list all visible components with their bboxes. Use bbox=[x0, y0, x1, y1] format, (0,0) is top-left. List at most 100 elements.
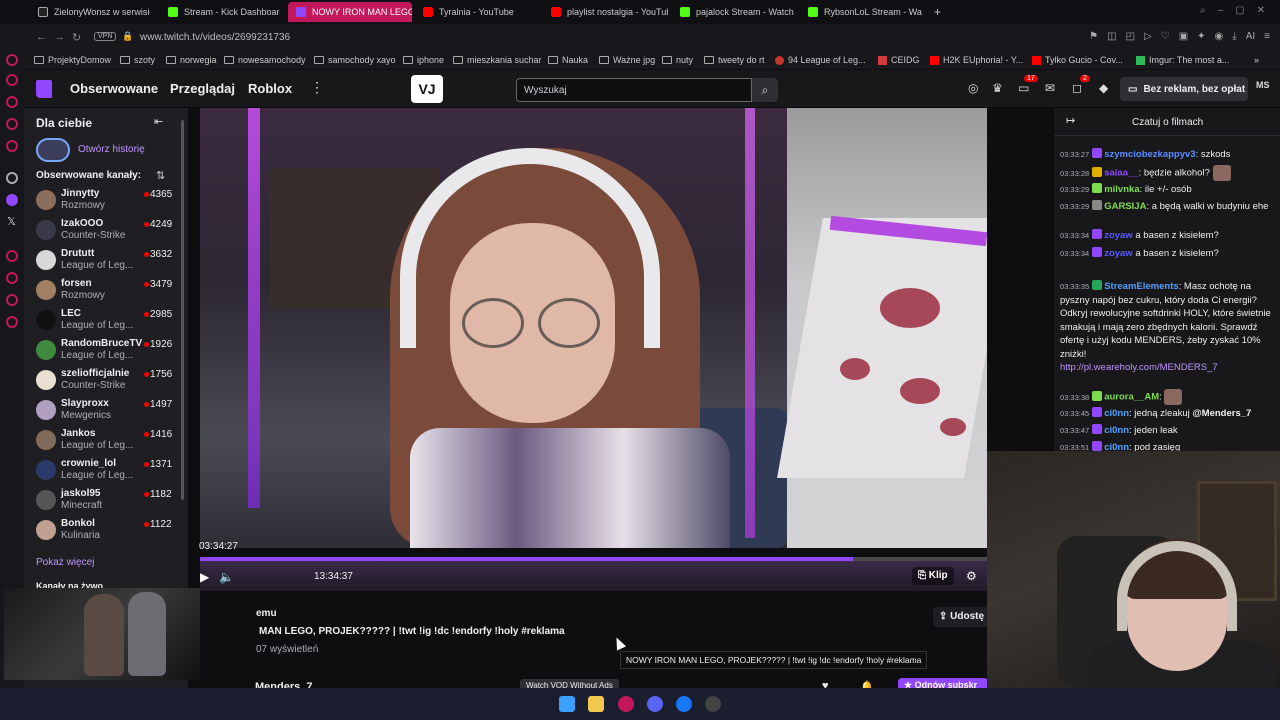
history-icon[interactable] bbox=[6, 250, 18, 262]
play-icon[interactable]: ▷ bbox=[1144, 31, 1152, 42]
sidebar-channel-item[interactable]: szeliofficjalnie Counter-Strike 1756 bbox=[36, 365, 186, 395]
vpn-badge[interactable]: VPN bbox=[94, 32, 117, 41]
show-more-link[interactable]: Pokaż więcej bbox=[36, 557, 94, 568]
twitch-icon[interactable] bbox=[6, 194, 18, 206]
ai-icon[interactable]: AI bbox=[1246, 31, 1255, 42]
chat-username[interactable]: ci0nn bbox=[1104, 408, 1129, 419]
heart-icon[interactable]: ♡ bbox=[1161, 31, 1170, 42]
browser-tab[interactable]: Stream - Kick Dashboard bbox=[160, 2, 280, 22]
browser-tab[interactable]: pajalock Stream - Watch Live bbox=[672, 2, 794, 22]
chat-username[interactable]: StreamElements bbox=[1104, 281, 1178, 292]
chat-username[interactable]: ci0nn bbox=[1104, 425, 1129, 436]
bookmark-item[interactable]: nowesamochody bbox=[224, 55, 306, 65]
menu-icon[interactable]: ≡ bbox=[1264, 31, 1270, 42]
drops-icon[interactable]: ◎ bbox=[968, 81, 978, 95]
back-icon[interactable]: ← bbox=[36, 31, 47, 43]
chat-username[interactable]: ci0nn bbox=[1104, 442, 1129, 451]
sidebar-channel-item[interactable]: jaskol95 Minecraft 1182 bbox=[36, 485, 186, 515]
reload-icon[interactable]: ↻ bbox=[72, 31, 81, 44]
more-options-icon[interactable]: ⋮ bbox=[310, 79, 324, 96]
chat-message[interactable]: 03:33:27 szymciobezkappyv3: szkods bbox=[1060, 148, 1274, 162]
chat-message[interactable]: 03:33:47 ci0nn: jeden leak bbox=[1060, 424, 1274, 438]
chat-message[interactable]: 03:33:51 ci0nn: pod zasięg bbox=[1060, 441, 1274, 451]
maximize-icon[interactable]: ▢ bbox=[1235, 5, 1244, 16]
screenshot-icon[interactable]: ◫ bbox=[1107, 31, 1116, 42]
sidebar-channel-item[interactable]: Jankos League of Leg... 1416 bbox=[36, 425, 186, 455]
facebook-icon[interactable] bbox=[676, 696, 692, 712]
windows-start-icon[interactable] bbox=[559, 696, 575, 712]
extensions-icon[interactable]: ✦ bbox=[1197, 31, 1205, 42]
settings-gear-icon[interactable] bbox=[6, 316, 18, 328]
bookmark-item[interactable]: norwegia bbox=[166, 55, 217, 65]
chat-mention[interactable]: @Menders_7 bbox=[1192, 408, 1251, 419]
x-icon[interactable]: 𝕏 bbox=[7, 215, 16, 228]
whispers-icon[interactable]: ✉ bbox=[1045, 81, 1055, 95]
chat-message[interactable]: 03:33:28 saiaa__: będzie alkohol? bbox=[1060, 165, 1274, 181]
bookmark-item[interactable]: CEIDG bbox=[878, 55, 920, 65]
search-tabs-icon[interactable]: ⌕ bbox=[1200, 5, 1206, 16]
settings-gear-icon[interactable]: ⚙ bbox=[966, 569, 977, 583]
chat-username[interactable]: milvnka bbox=[1104, 184, 1139, 195]
chat-message[interactable]: 03:33:29 GARSIJA: a będą walki w budyniu … bbox=[1060, 200, 1274, 214]
share-button[interactable]: ⇪ Udostę bbox=[933, 607, 991, 627]
close-window-icon[interactable]: ✕ bbox=[1257, 5, 1265, 16]
download-icon[interactable]: ⤓ bbox=[1232, 31, 1236, 42]
nav-roblox[interactable]: Roblox bbox=[248, 81, 292, 96]
notifications-icon[interactable]: ◻ bbox=[1072, 81, 1082, 95]
aria-icon[interactable] bbox=[6, 74, 18, 86]
chat-username[interactable]: GARSIJA bbox=[1104, 201, 1146, 212]
bookmark-item[interactable]: nuty bbox=[662, 55, 693, 65]
sidebar-channel-item[interactable]: LEC League of Leg... 2985 bbox=[36, 305, 186, 335]
bookmark-item[interactable]: Tylko Gucio - Cov... bbox=[1032, 55, 1123, 65]
profile-icon[interactable]: ◉ bbox=[1215, 31, 1224, 42]
camera-icon[interactable]: ◰ bbox=[1126, 31, 1135, 42]
url-field[interactable]: www.twitch.tv/videos/2699231736 bbox=[140, 32, 290, 43]
bookmark-item[interactable]: Nauka bbox=[548, 55, 588, 65]
bookmark-item[interactable]: H2K EUphoria! - Y... bbox=[930, 55, 1023, 65]
bookmark-item[interactable]: mieszkania suchar bbox=[453, 55, 542, 65]
bookmark-item[interactable]: Ważne jpg bbox=[599, 55, 655, 65]
chat-username[interactable]: szymciobezkappyv3 bbox=[1104, 149, 1195, 160]
browser-tab[interactable]: playlist nostalgia - YouTube bbox=[543, 2, 668, 22]
chat-message[interactable]: 03:33:35 StreamElements: Masz ochotę na p… bbox=[1060, 280, 1274, 375]
volume-icon[interactable]: 🔈 bbox=[219, 570, 234, 584]
chat-username[interactable]: aurora__AM bbox=[1104, 392, 1159, 403]
settings-icon[interactable] bbox=[6, 172, 18, 184]
chat-link[interactable]: http://pl.weareholy.com/MENDERS_7 bbox=[1060, 362, 1218, 373]
inbox-icon[interactable]: ▭ bbox=[1018, 81, 1029, 95]
bits-icon[interactable]: ◆ bbox=[1099, 81, 1108, 95]
bookmark-item[interactable]: iphone bbox=[403, 55, 444, 65]
collapse-chat-icon[interactable]: ↦ bbox=[1066, 114, 1075, 127]
browser-tab-active[interactable]: NOWY IRON MAN LEGO, PROJEK✕ bbox=[288, 2, 412, 22]
browser-tab[interactable]: Tyralnia - YouTube bbox=[415, 2, 535, 22]
collapse-sidebar-icon[interactable]: ⇤ bbox=[154, 115, 163, 128]
prime-icon[interactable]: ♛ bbox=[992, 81, 1003, 95]
browser-tab[interactable]: RybsonLoL Stream - Watch bbox=[800, 2, 922, 22]
opera-gx-icon[interactable] bbox=[618, 696, 634, 712]
file-explorer-icon[interactable] bbox=[588, 696, 604, 712]
video-player[interactable] bbox=[200, 108, 987, 548]
chat-message[interactable]: 03:33:29 milvnka: ile +/- osób bbox=[1060, 183, 1274, 197]
search-input[interactable]: Wyszukaj bbox=[516, 78, 752, 102]
bookmarks-more-icon[interactable]: » bbox=[1254, 55, 1259, 65]
messenger-icon[interactable] bbox=[6, 118, 18, 130]
browser-tab[interactable]: ZielonyWonsz w serwisie X bbox=[30, 2, 150, 22]
chat-username[interactable]: zoyaw bbox=[1104, 248, 1133, 259]
chat-username[interactable]: zoyaw bbox=[1104, 230, 1133, 241]
play-icon[interactable]: ▶ bbox=[200, 570, 209, 584]
open-history-link[interactable]: Otwórz historię bbox=[78, 144, 145, 155]
bookmark-icon[interactable]: ⚑ bbox=[1089, 31, 1098, 42]
chat-message[interactable]: 03:33:45 ci0nn: jedną zleakuj @Menders_7 bbox=[1060, 407, 1274, 421]
pinboard-icon[interactable] bbox=[6, 294, 18, 306]
minimize-icon[interactable]: – bbox=[1218, 5, 1224, 16]
bookmark-item[interactable]: ProjektyDomow bbox=[34, 55, 111, 65]
user-avatar[interactable]: MS bbox=[1256, 80, 1270, 90]
wallet-icon[interactable]: ▣ bbox=[1179, 31, 1188, 42]
sidebar-channel-item[interactable]: Bonkol Kulinaria 1122 bbox=[36, 515, 186, 545]
discord-icon[interactable] bbox=[647, 696, 663, 712]
bookmark-item[interactable]: tweety do rt bbox=[704, 55, 765, 65]
sidebar-channel-item[interactable]: Slayproxx Mewgenics 1497 bbox=[36, 395, 186, 425]
extension-logo[interactable]: VJ bbox=[411, 75, 443, 103]
sidebar-channel-item[interactable]: Jinnytty Rozmowy 4365 bbox=[36, 185, 186, 215]
search-icon[interactable]: ⌕ bbox=[752, 78, 778, 102]
